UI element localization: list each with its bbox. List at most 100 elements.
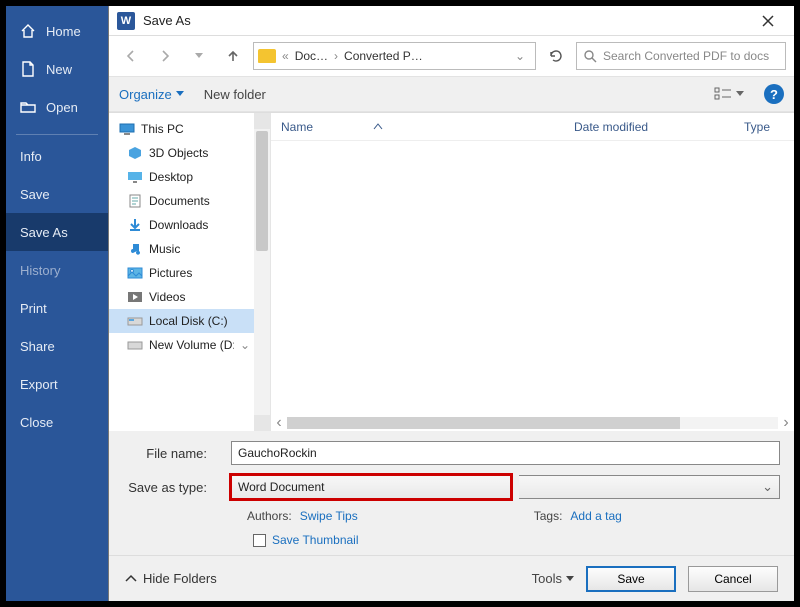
word-icon: W xyxy=(117,12,135,30)
tree-item-music[interactable]: Music xyxy=(109,237,254,261)
toolbar: Organize New folder ? xyxy=(109,76,794,112)
sidebar-item-export[interactable]: Export xyxy=(6,365,108,403)
home-icon xyxy=(20,23,36,39)
sidebar-item-save[interactable]: Save xyxy=(6,175,108,213)
list-hscrollbar[interactable]: ‹ › xyxy=(271,415,794,431)
tree-item-desktop[interactable]: Desktop xyxy=(109,165,254,189)
chevron-down-icon: ⌄ xyxy=(240,338,254,352)
list-body[interactable] xyxy=(271,141,794,415)
column-date[interactable]: Date modified xyxy=(564,120,734,134)
tools-menu[interactable]: Tools xyxy=(532,571,574,586)
backstage-sidebar: Home New Open Info Save Save As History … xyxy=(6,6,108,601)
desktop-icon xyxy=(127,169,143,185)
download-icon xyxy=(127,217,143,233)
tags-value[interactable]: Add a tag xyxy=(570,509,621,523)
folder-open-icon xyxy=(20,99,36,115)
search-input[interactable]: Search Converted PDF to docs xyxy=(576,42,786,70)
pc-icon xyxy=(119,121,135,137)
chevron-right-icon: « xyxy=(282,49,289,63)
tree-item-3dobjects[interactable]: 3D Objects xyxy=(109,141,254,165)
disk-icon xyxy=(127,337,143,353)
sidebar-item-home[interactable]: Home xyxy=(6,12,108,50)
tree-item-newvolume[interactable]: New Volume (D: ⌄ xyxy=(109,333,254,357)
tags-label: Tags: xyxy=(534,509,563,523)
chevron-down-icon[interactable]: ⌄ xyxy=(509,49,531,63)
details-view-icon xyxy=(714,87,732,101)
breadcrumb-part[interactable]: Doc… xyxy=(295,49,328,63)
tree-scrollbar[interactable] xyxy=(254,113,270,431)
filename-label: File name: xyxy=(123,446,223,461)
organize-button[interactable]: Organize xyxy=(119,87,184,102)
sidebar-item-history: History xyxy=(6,251,108,289)
column-type[interactable]: Type xyxy=(734,120,794,134)
refresh-button[interactable] xyxy=(542,42,570,70)
nav-forward-button[interactable] xyxy=(151,42,179,70)
file-list: Name Date modified Type ‹ › xyxy=(271,113,794,431)
savetype-combo[interactable]: Word Document xyxy=(231,475,511,499)
save-thumbnail-checkbox[interactable] xyxy=(253,534,266,547)
breadcrumb[interactable]: « Doc… › Converted P… ⌄ xyxy=(253,42,536,70)
documents-icon xyxy=(127,193,143,209)
view-options-button[interactable] xyxy=(714,87,744,101)
sidebar-item-open[interactable]: Open xyxy=(6,88,108,126)
savetype-combo-rest[interactable]: ⌄ xyxy=(519,475,780,499)
music-icon xyxy=(127,241,143,257)
chevron-right-icon: › xyxy=(334,49,338,63)
tree-item-pictures[interactable]: Pictures xyxy=(109,261,254,285)
sidebar-item-saveas[interactable]: Save As xyxy=(6,213,108,251)
pictures-icon xyxy=(127,265,143,281)
save-thumbnail-label: Save Thumbnail xyxy=(272,533,359,547)
tree-item-videos[interactable]: Videos xyxy=(109,285,254,309)
savetype-label: Save as type: xyxy=(123,480,223,495)
save-button[interactable]: Save xyxy=(586,566,676,592)
sidebar-label: New xyxy=(46,62,72,77)
chevron-down-icon xyxy=(566,576,574,582)
column-name[interactable]: Name xyxy=(271,120,564,134)
sidebar-item-info[interactable]: Info xyxy=(6,137,108,175)
tree-item-thispc[interactable]: This PC xyxy=(109,117,254,141)
list-header: Name Date modified Type xyxy=(271,113,794,141)
chevron-down-icon: ⌄ xyxy=(762,479,773,495)
titlebar: W Save As xyxy=(109,6,794,36)
chevron-down-icon xyxy=(176,91,184,97)
sidebar-item-print[interactable]: Print xyxy=(6,289,108,327)
chevron-up-icon xyxy=(125,574,137,584)
folder-icon xyxy=(258,49,276,63)
scroll-right-button[interactable]: › xyxy=(778,415,794,431)
sidebar-item-new[interactable]: New xyxy=(6,50,108,88)
nav-dropdown-button[interactable] xyxy=(185,42,213,70)
form-area: File name: Save as type: Word Document ⌄… xyxy=(109,431,794,555)
disk-icon xyxy=(127,313,143,329)
search-icon xyxy=(583,49,597,63)
scrollbar-thumb[interactable] xyxy=(287,417,680,429)
sidebar-label: Home xyxy=(46,24,81,39)
nav-row: « Doc… › Converted P… ⌄ Search Converted… xyxy=(109,36,794,76)
file-icon xyxy=(20,61,36,77)
save-as-dialog: W Save As « Doc… › Converted P… ⌄ Search… xyxy=(108,6,794,601)
folder-tree: This PC 3D Objects Desktop Documents xyxy=(109,113,271,431)
authors-value[interactable]: Swipe Tips xyxy=(300,509,358,523)
divider xyxy=(16,134,98,135)
nav-up-button[interactable] xyxy=(219,42,247,70)
nav-back-button[interactable] xyxy=(117,42,145,70)
tree-item-localdisk[interactable]: Local Disk (C:) xyxy=(109,309,254,333)
button-bar: Hide Folders Tools Save Cancel xyxy=(109,555,794,601)
hide-folders-toggle[interactable]: Hide Folders xyxy=(125,571,217,586)
close-button[interactable] xyxy=(750,9,786,33)
sort-up-icon xyxy=(373,123,383,131)
tree-item-downloads[interactable]: Downloads xyxy=(109,213,254,237)
chevron-down-icon xyxy=(736,91,744,97)
sidebar-item-close[interactable]: Close xyxy=(6,403,108,441)
breadcrumb-part[interactable]: Converted P… xyxy=(344,49,423,63)
scrollbar-thumb[interactable] xyxy=(256,131,268,251)
new-folder-button[interactable]: New folder xyxy=(204,87,266,102)
help-button[interactable]: ? xyxy=(764,84,784,104)
search-placeholder: Search Converted PDF to docs xyxy=(603,49,769,63)
dialog-title: Save As xyxy=(143,13,191,28)
scroll-left-button[interactable]: ‹ xyxy=(271,415,287,431)
tree-item-documents[interactable]: Documents xyxy=(109,189,254,213)
filename-input[interactable] xyxy=(231,441,780,465)
3d-icon xyxy=(127,145,143,161)
sidebar-item-share[interactable]: Share xyxy=(6,327,108,365)
cancel-button[interactable]: Cancel xyxy=(688,566,778,592)
